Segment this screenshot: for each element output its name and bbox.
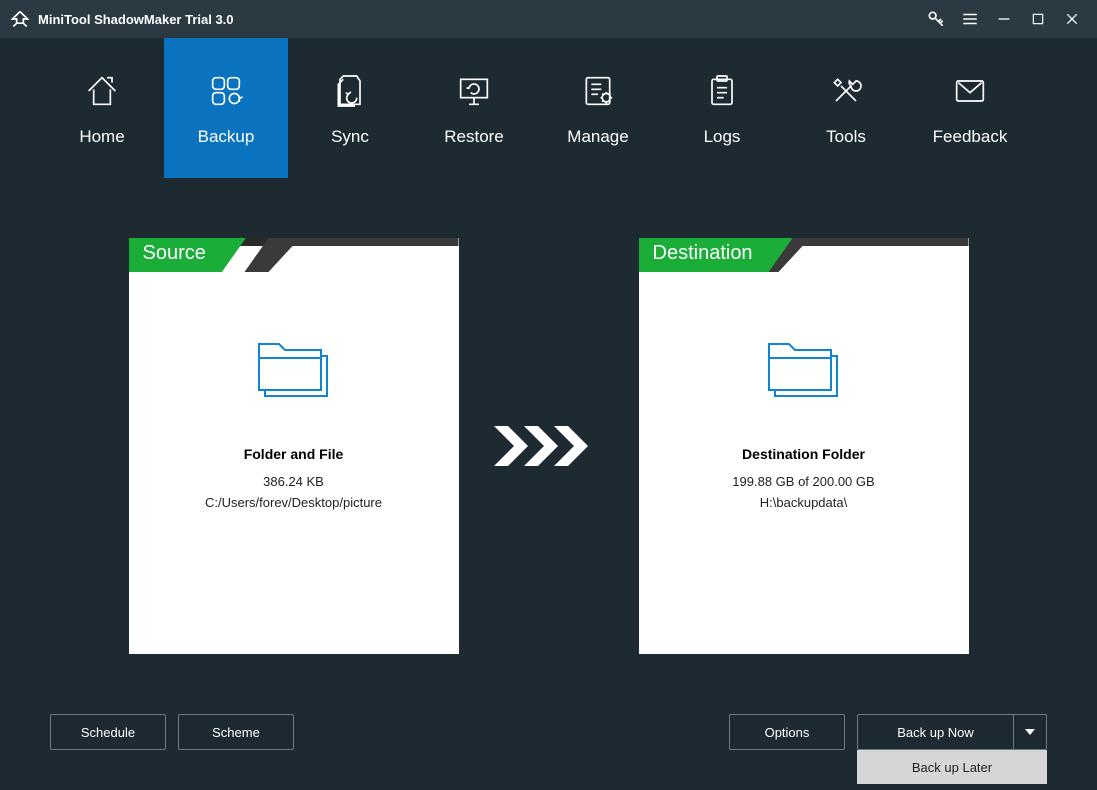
source-path: C:/Users/forev/Desktop/picture	[205, 495, 382, 510]
tools-icon	[824, 69, 868, 113]
backup-icon	[204, 69, 248, 113]
nav-label: Sync	[331, 127, 369, 147]
maximize-icon[interactable]	[1021, 0, 1055, 38]
folder-icon	[251, 332, 337, 406]
source-card[interactable]: Source Folder and File 386.24 KB C:/User…	[129, 238, 459, 654]
menu-icon[interactable]	[953, 0, 987, 38]
nav-label: Backup	[198, 127, 255, 147]
schedule-button[interactable]: Schedule	[50, 714, 166, 750]
destination-title: Destination Folder	[742, 446, 865, 462]
app-logo-icon	[10, 9, 30, 29]
restore-icon	[452, 69, 496, 113]
titlebar: MiniTool ShadowMaker Trial 3.0	[0, 0, 1097, 38]
nav-logs[interactable]: Logs	[660, 38, 784, 178]
arrow-icon	[489, 238, 609, 654]
logs-icon	[700, 69, 744, 113]
nav-manage[interactable]: Manage	[536, 38, 660, 178]
nav-label: Manage	[567, 127, 628, 147]
source-size: 386.24 KB	[263, 474, 324, 489]
app-title: MiniTool ShadowMaker Trial 3.0	[38, 12, 234, 27]
nav-label: Logs	[704, 127, 741, 147]
options-button[interactable]: Options	[729, 714, 845, 750]
main-area: Source Folder and File 386.24 KB C:/User…	[0, 178, 1097, 654]
feedback-icon	[948, 69, 992, 113]
folder-icon	[761, 332, 847, 406]
nav-tools[interactable]: Tools	[784, 38, 908, 178]
destination-path: H:\backupdata\	[760, 495, 847, 510]
destination-size: 199.88 GB of 200.00 GB	[732, 474, 874, 489]
nav-home[interactable]: Home	[40, 38, 164, 178]
destination-card[interactable]: Destination Destination Folder 199.88 GB…	[639, 238, 969, 654]
backup-now-button[interactable]: Back up Now	[857, 714, 1013, 750]
nav-label: Restore	[444, 127, 504, 147]
sync-icon	[328, 69, 372, 113]
nav-sync[interactable]: Sync	[288, 38, 412, 178]
nav-label: Tools	[826, 127, 866, 147]
main-nav: Home Backup Sync Restore Manage Logs T	[0, 38, 1097, 178]
destination-tab-label: Destination	[639, 238, 793, 272]
nav-restore[interactable]: Restore	[412, 38, 536, 178]
backup-dropdown-toggle[interactable]	[1013, 714, 1047, 750]
key-icon[interactable]	[919, 0, 953, 38]
nav-label: Home	[79, 127, 124, 147]
backup-later-item[interactable]: Back up Later	[857, 750, 1047, 784]
source-title: Folder and File	[244, 446, 344, 462]
manage-icon	[576, 69, 620, 113]
scheme-button[interactable]: Scheme	[178, 714, 294, 750]
nav-label: Feedback	[933, 127, 1008, 147]
nav-backup[interactable]: Backup	[164, 38, 288, 178]
footer: Schedule Scheme Options Back up Now Back…	[0, 712, 1097, 752]
close-icon[interactable]	[1055, 0, 1089, 38]
nav-feedback[interactable]: Feedback	[908, 38, 1032, 178]
home-icon	[80, 69, 124, 113]
source-tab-label: Source	[129, 238, 246, 272]
backup-split-button: Back up Now Back up Later	[857, 714, 1047, 750]
minimize-icon[interactable]	[987, 0, 1021, 38]
